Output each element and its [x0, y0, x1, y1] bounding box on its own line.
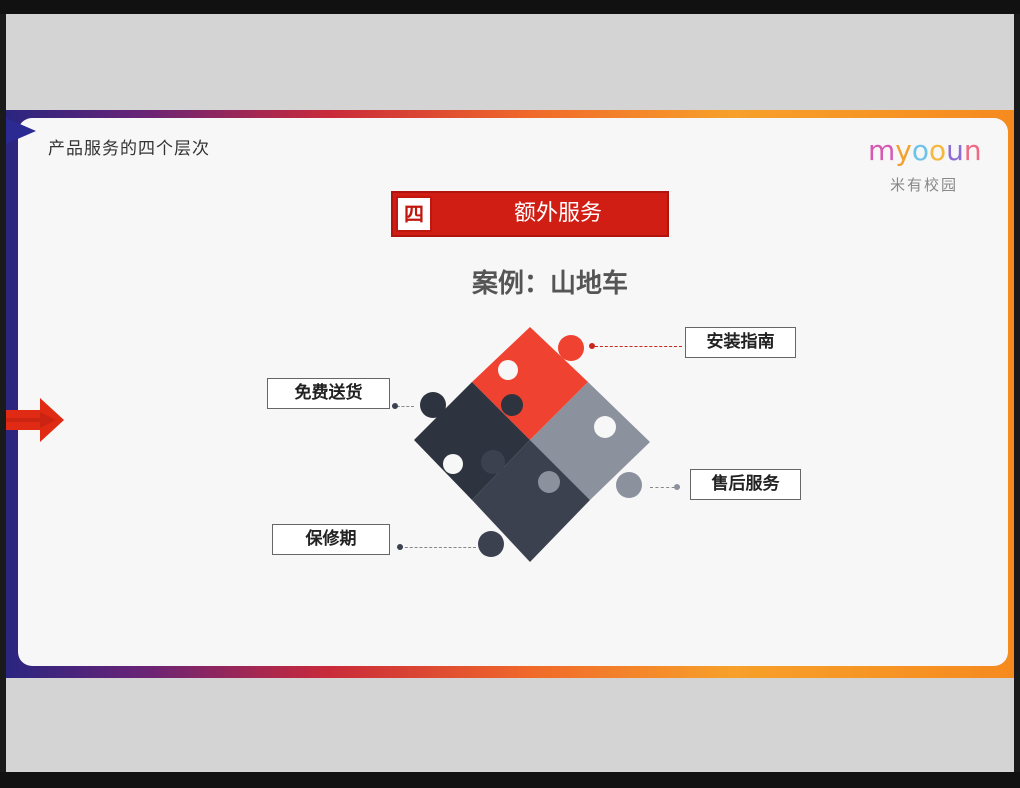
leader-line-warranty: [400, 547, 476, 548]
leader-line-install: [590, 346, 682, 347]
nav-triangle-icon: [6, 118, 36, 144]
logo-letter: o: [911, 134, 929, 167]
section-tag: 四 额外服务: [391, 191, 669, 237]
case-title: 案例：山地车: [471, 269, 628, 299]
callout-after-sales: 售后服务: [690, 469, 801, 500]
window-frame-bottom: [0, 772, 1020, 788]
logo-letter: n: [963, 134, 982, 167]
letterbox-bottom: [6, 678, 1014, 772]
section-title: 产品服务的四个层次: [48, 139, 210, 159]
brand-logo: myooun: [868, 136, 988, 166]
window-frame-top: [0, 0, 1020, 14]
logo-letter: y: [895, 134, 912, 167]
letterbox-top: [6, 14, 1014, 110]
tag-number: 四: [396, 196, 432, 232]
tag-label: 额外服务: [513, 201, 602, 226]
leader-dot-warranty: [397, 544, 403, 550]
puzzle-graphic: [414, 327, 650, 562]
next-arrow-icon[interactable]: [6, 398, 66, 442]
callout-install-guide: 安装指南: [685, 327, 796, 358]
leader-dot-install: [589, 343, 595, 349]
callout-warranty: 保修期: [272, 524, 390, 555]
logo-letter: o: [929, 134, 947, 167]
logo-letter: u: [946, 134, 964, 167]
logo-wordmark: myooun: [868, 136, 988, 166]
logo-letter: m: [868, 134, 896, 167]
leader-dot-aftersales: [674, 484, 680, 490]
logo-subtitle: 米有校园: [890, 176, 959, 194]
leader-dot-delivery: [392, 403, 398, 409]
callout-free-delivery: 免费送货: [267, 378, 390, 409]
